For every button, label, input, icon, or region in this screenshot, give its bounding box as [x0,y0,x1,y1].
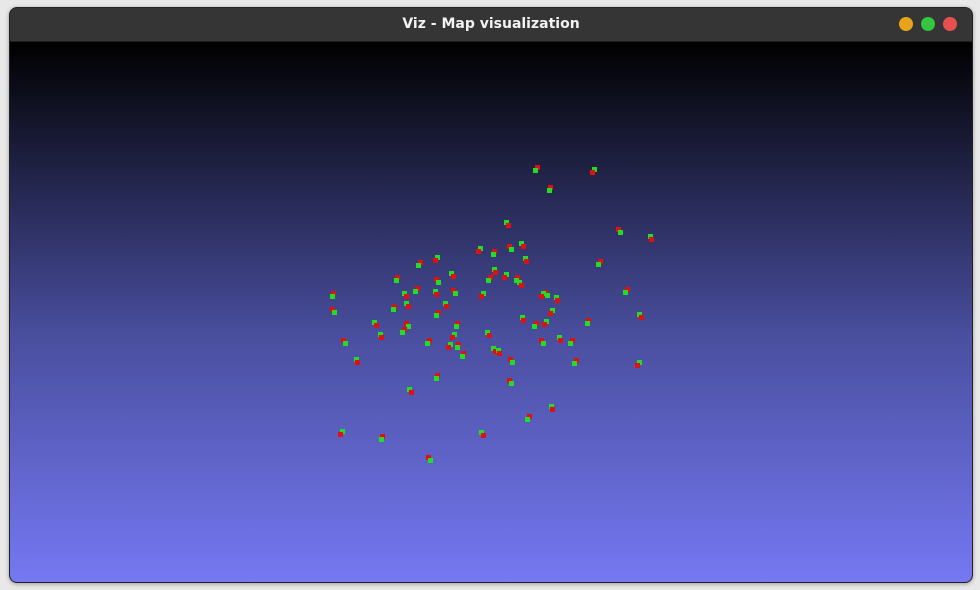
marker-red [404,294,409,299]
marker-green [568,341,573,346]
marker-red [476,249,481,254]
marker-red [433,258,438,263]
viewport-background [10,42,972,582]
marker-green [436,280,441,285]
marker-red [487,333,492,338]
marker-red [539,294,544,299]
marker-green [572,361,577,366]
marker-green [332,310,337,315]
marker-green [509,381,514,386]
marker-red [481,433,486,438]
marker-red [434,292,439,297]
marker-red [374,323,379,328]
marker-green [596,262,601,267]
map-canvas[interactable] [10,42,972,582]
marker-red [338,432,343,437]
marker-red [450,335,455,340]
close-button[interactable] [943,17,957,31]
marker-green [533,168,538,173]
marker-red [409,390,414,395]
marker-green [425,341,430,346]
marker-red [506,223,511,228]
marker-red [558,338,563,343]
marker-red [519,283,524,288]
marker-green [391,307,396,312]
marker-green [434,376,439,381]
minimize-button[interactable] [899,17,913,31]
marker-red [479,294,484,299]
marker-red [446,345,451,350]
marker-green [623,290,628,295]
marker-red [444,304,449,309]
marker-red [639,315,644,320]
marker-green [547,188,552,193]
marker-green [453,291,458,296]
marker-red [555,298,560,303]
3d-viewport[interactable] [10,42,972,582]
marker-green [343,341,348,346]
marker-red [406,304,411,309]
marker-green [509,247,514,252]
window-title: Viz - Map visualization [402,16,580,32]
marker-red [355,360,360,365]
marker-green [510,360,515,365]
marker-green [541,341,546,346]
marker-green [618,230,623,235]
marker-green [486,278,491,283]
marker-green [455,345,460,350]
marker-red [521,318,526,323]
marker-green [428,458,433,463]
marker-red [497,351,502,356]
marker-red [550,407,555,412]
marker-red [451,274,456,279]
marker-red [493,270,498,275]
marker-red [590,170,595,175]
marker-red [542,322,547,327]
marker-red [524,259,529,264]
marker-red [521,244,526,249]
marker-red [548,311,553,316]
marker-green [330,294,335,299]
marker-green [585,321,590,326]
marker-green [416,263,421,268]
marker-green [460,354,465,359]
marker-green [525,417,530,422]
marker-red [649,237,654,242]
title-bar[interactable]: Viz - Map visualization [10,8,972,42]
marker-green [394,278,399,283]
app-window: Viz - Map visualization [9,7,973,583]
marker-green [400,330,405,335]
maximize-button[interactable] [921,17,935,31]
marker-green [434,313,439,318]
marker-green [454,324,459,329]
marker-red [379,335,384,340]
marker-green [379,437,384,442]
marker-green [532,324,537,329]
marker-red [635,363,640,368]
marker-red [502,275,507,280]
marker-green [491,252,496,257]
marker-green [413,289,418,294]
